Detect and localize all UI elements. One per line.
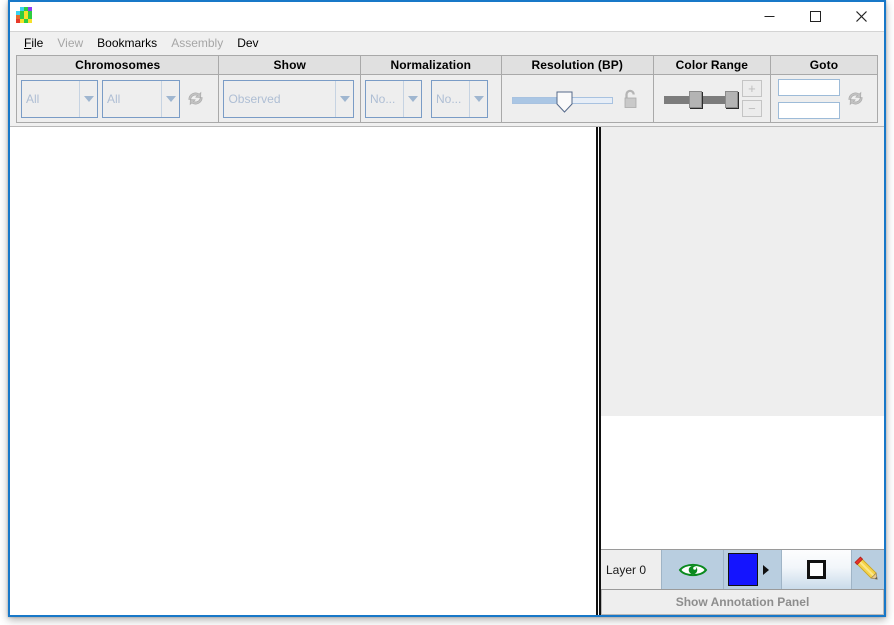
normalization-row-combo[interactable]: No... (365, 79, 422, 118)
close-icon (855, 11, 867, 22)
goto-title: Goto (770, 56, 877, 75)
eye-visible-icon (678, 563, 707, 576)
menu-bar: File View Bookmarks Assembly Dev (10, 31, 884, 53)
chromosome-y-value: All (107, 91, 121, 106)
chevron-down-icon (339, 95, 350, 102)
goto-refresh-button[interactable] (840, 80, 870, 118)
chromosome-x-combo[interactable]: All (21, 79, 98, 118)
annotation-visibility-button[interactable] (661, 550, 723, 589)
refresh-icon (187, 91, 203, 106)
unlock-icon (624, 89, 637, 108)
refresh-icon (847, 91, 863, 106)
normalization-col-value: No... (436, 91, 462, 106)
goto-field-2[interactable] (777, 101, 840, 119)
menu-file[interactable]: File (17, 34, 50, 52)
minimize-button[interactable] (746, 2, 792, 31)
menu-view[interactable]: View (50, 34, 90, 52)
resolution-title: Resolution (BP) (501, 56, 653, 75)
heatmap-panel[interactable] (10, 127, 596, 615)
color-range-max-handle[interactable] (725, 90, 739, 108)
annotation-color-button[interactable] (723, 550, 781, 589)
close-button[interactable] (838, 2, 884, 31)
annotation-edit-button[interactable] (851, 550, 884, 589)
chevron-down-icon (407, 95, 418, 102)
chromosome-y-combo[interactable]: All (102, 79, 180, 118)
toolbar-group-show: Show Observed (218, 55, 361, 123)
pencil-edit-icon (854, 555, 878, 580)
main-content: Layer 0 Show Annotation Panel (10, 126, 884, 615)
toolbar-group-normalization: Normalization No... No... (360, 55, 502, 123)
color-range-slider[interactable] (662, 86, 739, 112)
normalization-title: Normalization (361, 56, 501, 75)
menu-dev[interactable]: Dev (230, 34, 265, 52)
chevron-down-icon (473, 95, 484, 102)
empty-panel (601, 416, 884, 549)
color-range-body: + − (654, 75, 770, 122)
chromosome-y-chevron[interactable] (161, 80, 179, 117)
maximize-icon (809, 11, 821, 22)
maximize-button[interactable] (792, 2, 838, 31)
normalization-col-chevron[interactable] (469, 80, 487, 117)
normalization-row-chevron[interactable] (403, 80, 421, 117)
normalization-body: No... No... (361, 75, 501, 122)
window-title-bar (10, 2, 884, 31)
annotation-layer-label: Layer 0 (601, 550, 661, 589)
show-value: Observed (228, 91, 281, 106)
resolution-slider[interactable] (511, 84, 613, 114)
toolbar-group-goto: Goto (769, 55, 878, 123)
minimize-icon (764, 16, 774, 17)
chevron-down-icon (165, 95, 176, 102)
menu-bookmarks[interactable]: Bookmarks (90, 34, 164, 52)
toolbar-group-chromosomes: Chromosomes All All (16, 55, 220, 123)
color-range-min-handle[interactable] (688, 90, 702, 108)
resolution-body (502, 75, 653, 122)
window-controls (746, 2, 884, 31)
resolution-slider-thumb[interactable] (556, 91, 573, 113)
screenshot-root: File View Bookmarks Assembly Dev Chromos… (0, 0, 894, 625)
color-range-title: Color Range (653, 56, 770, 75)
chromosomes-body: All All (17, 75, 218, 122)
main-toolbar: Chromosomes All All Show Observed Normal… (10, 53, 884, 126)
chromosome-x-chevron[interactable] (79, 80, 97, 117)
chevron-down-icon (83, 95, 94, 102)
show-title: Show (219, 56, 360, 75)
menu-file-label: ile (31, 35, 44, 50)
track-panel[interactable] (601, 127, 884, 416)
show-combo[interactable]: Observed (223, 79, 355, 118)
color-range-minus-button[interactable]: − (741, 100, 762, 117)
chromosome-x-value: All (26, 91, 40, 106)
goto-field-1[interactable] (777, 78, 840, 96)
normalization-col-combo[interactable]: No... (431, 79, 488, 118)
color-range-buttons: + − (741, 80, 762, 117)
normalization-row-value: No... (370, 91, 396, 106)
resolution-lock-button[interactable] (619, 88, 643, 110)
annotation-toolbar: Layer 0 (601, 549, 884, 590)
caret-right-icon[interactable] (763, 564, 769, 575)
goto-body (771, 75, 877, 122)
chromosomes-refresh-button[interactable] (180, 80, 210, 118)
show-annotation-panel-button[interactable]: Show Annotation Panel (601, 590, 884, 615)
square-outline-icon (807, 560, 826, 579)
show-chevron[interactable] (335, 80, 354, 117)
toolbar-group-resolution: Resolution (BP) (500, 55, 654, 123)
juicebox-logo-icon (16, 7, 32, 23)
juicebox-window: File View Bookmarks Assembly Dev Chromos… (8, 0, 886, 617)
show-body: Observed (219, 75, 360, 122)
toolbar-group-color-range: Color Range + − (652, 55, 771, 123)
annotation-color-swatch[interactable] (728, 553, 758, 586)
right-side-panel: Layer 0 Show Annotation Panel (601, 127, 884, 615)
color-range-plus-button[interactable]: + (741, 80, 762, 97)
menu-assembly[interactable]: Assembly (164, 34, 230, 52)
annotation-square-button[interactable] (781, 550, 851, 589)
chromosomes-title: Chromosomes (17, 56, 219, 75)
